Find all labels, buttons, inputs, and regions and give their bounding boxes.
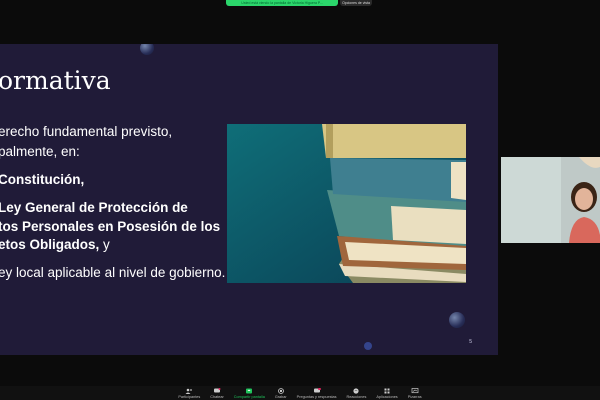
whiteboard-label: Pizarras — [407, 395, 422, 399]
qa-label: Preguntas y respuestas — [296, 395, 337, 399]
slide-text-line: tos Personales en Posesión de los — [0, 219, 221, 234]
qa-button[interactable]: Preguntas y respuestas — [297, 388, 337, 400]
slide-text-line: erecho fundamental previsto, — [0, 124, 173, 139]
slide-bullet-constitucion: Constitución, — [0, 172, 85, 187]
whiteboard-button[interactable]: Pizarras — [408, 388, 422, 400]
apps-label: Aplicaciones — [376, 395, 398, 399]
participants-label: Participantes — [178, 395, 201, 399]
chat-label: Chatear — [210, 395, 224, 399]
participants-icon — [185, 388, 193, 394]
share-screen-icon — [246, 388, 253, 394]
qa-icon — [313, 388, 321, 393]
decorative-bubble — [449, 312, 465, 328]
reactions-icon — [353, 388, 360, 394]
slide-title: ormativa — [0, 66, 111, 95]
slide-bullet-ley-local: ey local aplicable al nivel de gobierno. — [0, 265, 226, 280]
reactions-label: Reacciones — [346, 395, 367, 399]
view-options-label: Opciones de vista — [342, 1, 370, 5]
chat-button[interactable]: Chatear — [210, 388, 224, 400]
screen-share-banner[interactable]: Usted está viendo la pantalla de Victori… — [226, 0, 338, 6]
chat-icon — [214, 388, 221, 393]
decorative-bubble — [364, 342, 372, 350]
slide-text-suffix: y — [99, 237, 110, 252]
participants-button[interactable]: Participantes — [178, 388, 200, 400]
shared-slide: ormativa erecho fundamental previsto, pa… — [0, 44, 498, 355]
reactions-button[interactable]: Reacciones — [346, 388, 367, 400]
slide-text-bold: etos Obligados, — [0, 237, 100, 252]
banner-text: Usted está viendo la pantalla de Victori… — [241, 1, 323, 5]
meeting-toolbar: Participantes Chatear Compartir pantalla… — [0, 386, 600, 400]
decorative-bubble — [140, 44, 154, 55]
share-screen-label: Compartir pantalla — [233, 395, 265, 399]
slide-page-number: 5 — [469, 339, 472, 345]
whiteboard-icon — [411, 388, 419, 394]
apps-icon — [384, 388, 390, 394]
view-options-button[interactable]: Opciones de vista — [340, 0, 372, 6]
apps-button[interactable]: Aplicaciones — [376, 388, 398, 400]
record-button[interactable]: Grabar — [275, 388, 287, 400]
record-icon — [277, 388, 284, 394]
record-label: Grabar — [274, 395, 287, 399]
participant-video[interactable] — [501, 157, 600, 243]
books-photo — [227, 124, 466, 283]
slide-text-line: etos Obligados, y — [0, 237, 110, 252]
slide-text-line: palmente, en: — [0, 144, 80, 159]
share-screen-button[interactable]: Compartir pantalla — [234, 388, 265, 400]
slide-bullet-ley-general: Ley General de Protección de — [0, 200, 188, 215]
